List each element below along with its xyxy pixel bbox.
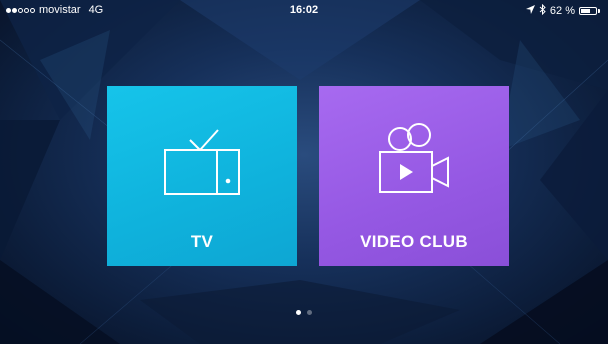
network-type: 4G [88,4,104,16]
status-bar-left: movistar 4G [6,4,103,16]
background-facets [0,0,608,344]
tv-icon [164,129,240,195]
signal-dot [24,7,29,13]
signal-strength-icon [6,7,35,13]
signal-dot [12,7,17,13]
battery-icon [579,7,597,15]
signal-dot [18,7,23,13]
battery-level [581,9,590,13]
video-club-tile[interactable]: VIDEO CLUB [319,86,509,266]
page-dot-active[interactable] [296,310,301,315]
carrier-name: movistar [39,4,81,16]
tv-tile-label: TV [190,232,214,251]
bluetooth-icon [539,3,546,18]
signal-dot [30,7,35,13]
signal-dot [6,7,11,13]
tv-tile[interactable]: TV [107,86,297,266]
page-indicator[interactable] [0,310,608,315]
status-bar-right: 62 % [525,3,600,18]
video-club-tile-label: VIDEO CLUB [360,232,468,251]
home-screen: movistar 4G 16:02 62 % TV VIDEO CLUB [0,0,608,344]
battery-cap [598,9,600,13]
status-bar: movistar 4G 16:02 62 % [0,0,608,20]
battery-percent: 62 % [549,5,575,17]
movie-camera-icon [379,123,449,193]
page-dot[interactable] [307,310,312,315]
location-arrow-icon [525,5,535,17]
